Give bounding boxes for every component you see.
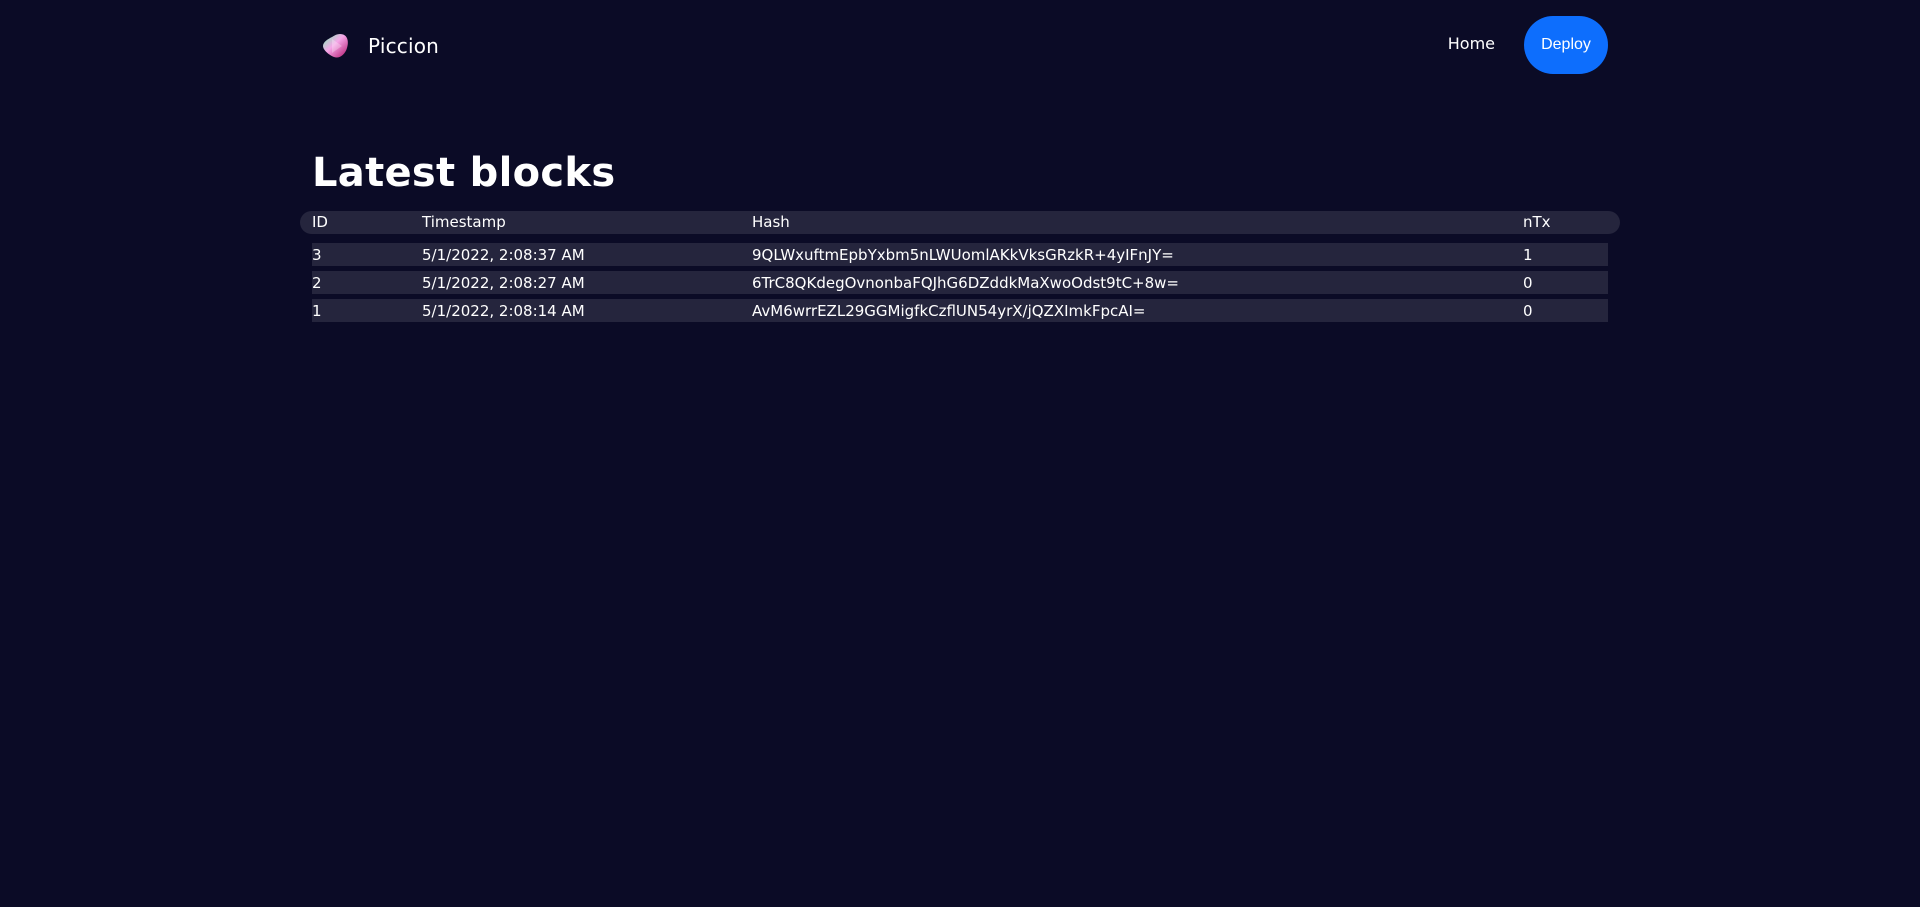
blocks-table-body: 3 5/1/2022, 2:08:37 AM 9QLWxuftmEpbYxbm5… [312, 243, 1608, 327]
table-row[interactable]: 2 5/1/2022, 2:08:27 AM 6TrC8QKdegOvnonba… [312, 271, 1608, 294]
column-header-id: ID [312, 213, 328, 231]
block-ntx: 0 [1523, 274, 1533, 292]
column-header-timestamp: Timestamp [422, 213, 506, 231]
block-timestamp: 5/1/2022, 2:08:27 AM [422, 274, 585, 292]
table-row[interactable]: 1 5/1/2022, 2:08:14 AM AvM6wrrEZL29GGMig… [312, 299, 1608, 322]
block-hash: 6TrC8QKdegOvnonbaFQJhG6DZddkMaXwoOdst9tC… [752, 274, 1180, 292]
page-title: Latest blocks [312, 150, 616, 196]
table-header: ID Timestamp Hash nTx [300, 211, 1620, 234]
navbar: Piccion Home Deploy [312, 16, 1608, 74]
block-hash: AvM6wrrEZL29GGMigfkCzflUN54yrX/jQZXImkFp… [752, 302, 1146, 320]
block-timestamp: 5/1/2022, 2:08:37 AM [422, 246, 585, 264]
brand-link[interactable]: Piccion [320, 30, 439, 62]
deploy-button[interactable]: Deploy [1524, 16, 1608, 74]
column-header-ntx: nTx [1523, 213, 1551, 231]
block-id: 1 [312, 302, 322, 320]
block-timestamp: 5/1/2022, 2:08:14 AM [422, 302, 585, 320]
block-ntx: 0 [1523, 302, 1533, 320]
column-header-hash: Hash [752, 213, 790, 231]
block-id: 3 [312, 246, 322, 264]
nav-home-link[interactable]: Home [1448, 34, 1495, 53]
piccion-logo-icon [323, 34, 348, 58]
brand-name: Piccion [368, 34, 440, 58]
table-row[interactable]: 3 5/1/2022, 2:08:37 AM 9QLWxuftmEpbYxbm5… [312, 243, 1608, 266]
block-hash: 9QLWxuftmEpbYxbm5nLWUomlAKkVksGRzkR+4yIF… [752, 246, 1174, 264]
block-ntx: 1 [1523, 246, 1533, 264]
block-id: 2 [312, 274, 322, 292]
